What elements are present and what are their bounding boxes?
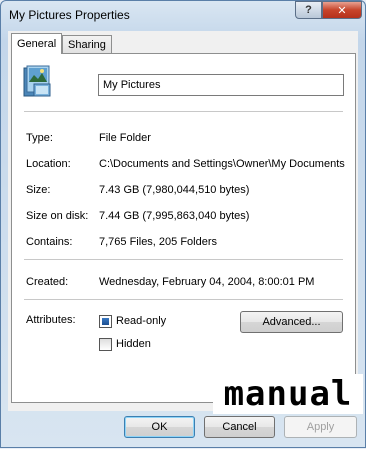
readonly-label[interactable]: Read-only <box>116 315 166 327</box>
attributes-label: Attributes: <box>26 314 76 326</box>
size-on-disk-value: 7.44 GB (7,995,863,040 bytes) <box>99 210 250 222</box>
tab-label: General <box>17 38 57 50</box>
contains-value: 7,765 Files, 205 Folders <box>99 236 218 248</box>
type-label: Type: <box>26 132 53 144</box>
general-tab-panel: Type: File Folder Location: C:\Documents… <box>11 53 356 403</box>
folder-name-input[interactable] <box>98 74 344 96</box>
manual-watermark: manual <box>213 374 363 414</box>
help-button[interactable]: ? <box>295 1 322 19</box>
divider <box>24 259 343 260</box>
advanced-button[interactable]: Advanced... <box>240 311 343 333</box>
properties-dialog: My Pictures Properties ? ✕ General Shari… <box>0 0 366 448</box>
location-label: Location: <box>26 158 71 170</box>
readonly-checkbox[interactable] <box>99 315 112 328</box>
close-button[interactable]: ✕ <box>322 1 362 19</box>
title-bar[interactable]: My Pictures Properties ? ✕ <box>1 1 365 29</box>
window-title: My Pictures Properties <box>9 8 130 22</box>
dialog-body: General Sharing Type: File Folder Locati… <box>8 31 358 411</box>
tab-sharing[interactable]: Sharing <box>62 35 112 53</box>
created-label: Created: <box>26 276 69 288</box>
apply-button[interactable]: Apply <box>284 416 357 438</box>
close-icon: ✕ <box>337 4 347 17</box>
size-value: 7.43 GB (7,980,044,510 bytes) <box>99 184 250 196</box>
ok-button[interactable]: OK <box>124 416 195 438</box>
type-value: File Folder <box>99 132 151 144</box>
tab-general[interactable]: General <box>11 33 63 54</box>
my-pictures-folder-icon <box>23 65 51 97</box>
created-value: Wednesday, February 04, 2004, 8:00:01 PM <box>99 276 315 288</box>
contains-label: Contains: <box>26 236 73 248</box>
location-value: C:\Documents and Settings\Owner\My Docum… <box>99 158 345 170</box>
cancel-button[interactable]: Cancel <box>204 416 275 438</box>
divider <box>24 299 343 300</box>
hidden-checkbox[interactable] <box>99 338 112 351</box>
size-on-disk-label: Size on disk: <box>26 210 89 222</box>
size-label: Size: <box>26 184 51 196</box>
hidden-label[interactable]: Hidden <box>116 338 151 350</box>
tab-label: Sharing <box>68 38 106 51</box>
divider <box>24 111 343 112</box>
dialog-footer: OK Cancel Apply <box>1 411 365 449</box>
